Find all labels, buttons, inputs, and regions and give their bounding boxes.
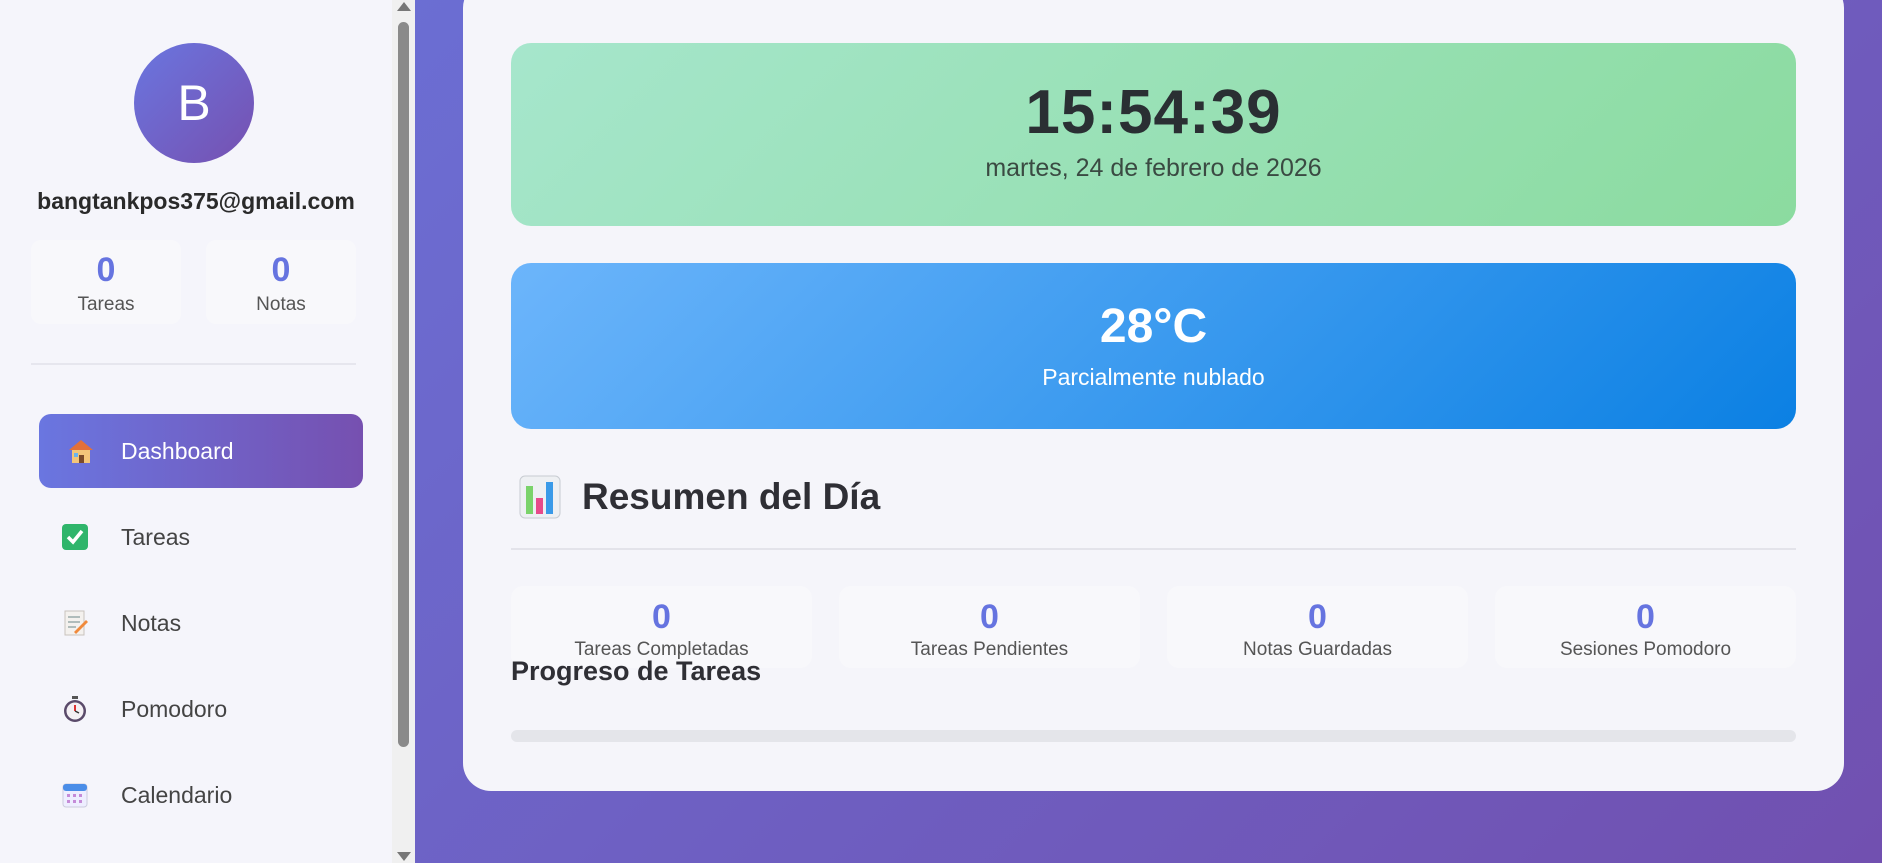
nav-label: Dashboard [121,437,234,464]
stat-label: Tareas Pendientes [910,639,1069,660]
weather-description: Parcialmente nublado [1042,364,1265,390]
scroll-up-arrow-icon[interactable] [397,2,411,11]
memo-icon [59,607,91,639]
clock-time: 15:54:39 [1025,78,1282,147]
summary-stat-pomodoro: 0 Sesiones Pomodoro [1495,586,1796,668]
nav-item-dashboard[interactable]: Dashboard [39,414,363,488]
nav-item-pomodoro[interactable]: Pomodoro [39,672,363,746]
summary-stat-notes: 0 Notas Guardadas [1167,586,1468,668]
weather-temperature: 28°C [1099,300,1208,353]
nav-label: Notas [121,609,182,636]
nav-item-notas[interactable]: Notas [39,586,363,660]
nav-item-tareas[interactable]: Tareas [39,500,363,574]
stat-value: 0 [271,251,291,289]
summary-stat-pending: 0 Tareas Pendientes [839,586,1140,668]
user-email: bangtankpos375@gmail.com [37,188,355,214]
stopwatch-icon [59,693,91,725]
summary-title: Resumen del Día [582,476,881,517]
stat-label: Sesiones Pomodoro [1559,639,1732,660]
scroll-thumb[interactable] [398,22,409,747]
stat-value: 0 [652,598,671,636]
stat-label: Notas [256,294,306,315]
sidebar-scrollbar[interactable] [392,0,415,863]
weather-widget: 28°C Parcialmente nublado [511,263,1796,429]
avatar[interactable]: B [134,43,254,163]
bar-chart-icon [518,474,562,520]
sidebar: B bangtankpos375@gmail.com 0 Tareas 0 No… [0,0,392,863]
stat-value: 0 [1308,598,1327,636]
nav-label: Tareas [121,523,191,550]
scroll-down-arrow-icon[interactable] [397,852,411,861]
summary-divider [511,548,1796,550]
calendar-icon [59,779,91,811]
stat-value: 0 [96,251,116,289]
clock-date: martes, 24 de febrero de 2026 [985,154,1322,182]
dashboard-card: 15:54:39 martes, 24 de febrero de 2026 2… [463,0,1844,791]
house-icon [65,435,97,467]
nav-item-calendario[interactable]: Calendario [39,758,363,832]
sidebar-stat-notas: 0 Notas [206,240,356,324]
stat-value: 0 [1636,598,1655,636]
nav-label: Pomodoro [121,695,228,722]
stat-label: Tareas [77,294,135,315]
sidebar-divider [31,363,356,365]
progress-title: Progreso de Tareas [511,656,762,686]
summary-heading: Resumen del Día [518,474,880,520]
nav-label: Calendario [121,781,233,808]
stat-label: Notas Guardadas [1243,639,1392,660]
sidebar-stat-tareas: 0 Tareas [31,240,181,324]
clock-widget: 15:54:39 martes, 24 de febrero de 2026 [511,43,1796,226]
check-box-icon [59,521,91,553]
stat-value: 0 [980,598,999,636]
progress-bar [511,730,1796,742]
